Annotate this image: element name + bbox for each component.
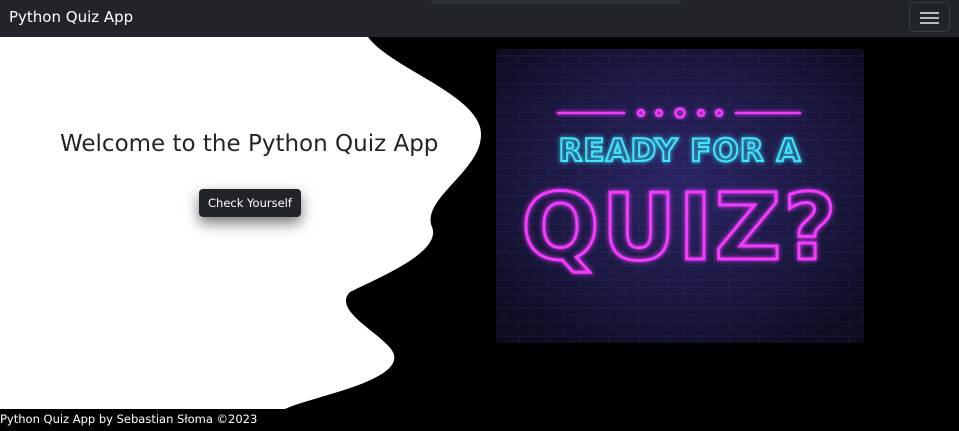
navbar: Python Quiz App xyxy=(0,0,959,37)
navbar-toggler-button[interactable] xyxy=(909,2,950,32)
image-line-2: QUIZ? xyxy=(521,174,838,281)
nav-tab-indicator xyxy=(430,0,682,4)
hero-section: Welcome to the Python Quiz App Check You… xyxy=(0,37,959,409)
image-line-1: READY FOR A xyxy=(559,133,802,169)
footer: Python Quiz App by Sebastian Słoma ©2023 xyxy=(0,409,959,431)
ready-for-quiz-image: READY FOR A QUIZ? xyxy=(496,49,864,343)
hamburger-line xyxy=(920,17,939,19)
check-yourself-button[interactable]: Check Yourself xyxy=(199,189,301,217)
navbar-brand[interactable]: Python Quiz App xyxy=(9,8,133,26)
hamburger-menu-icon xyxy=(920,12,939,14)
footer-text: Python Quiz App by Sebastian Słoma ©2023 xyxy=(0,412,258,426)
welcome-heading: Welcome to the Python Quiz App xyxy=(60,131,439,157)
hamburger-line xyxy=(920,22,939,24)
